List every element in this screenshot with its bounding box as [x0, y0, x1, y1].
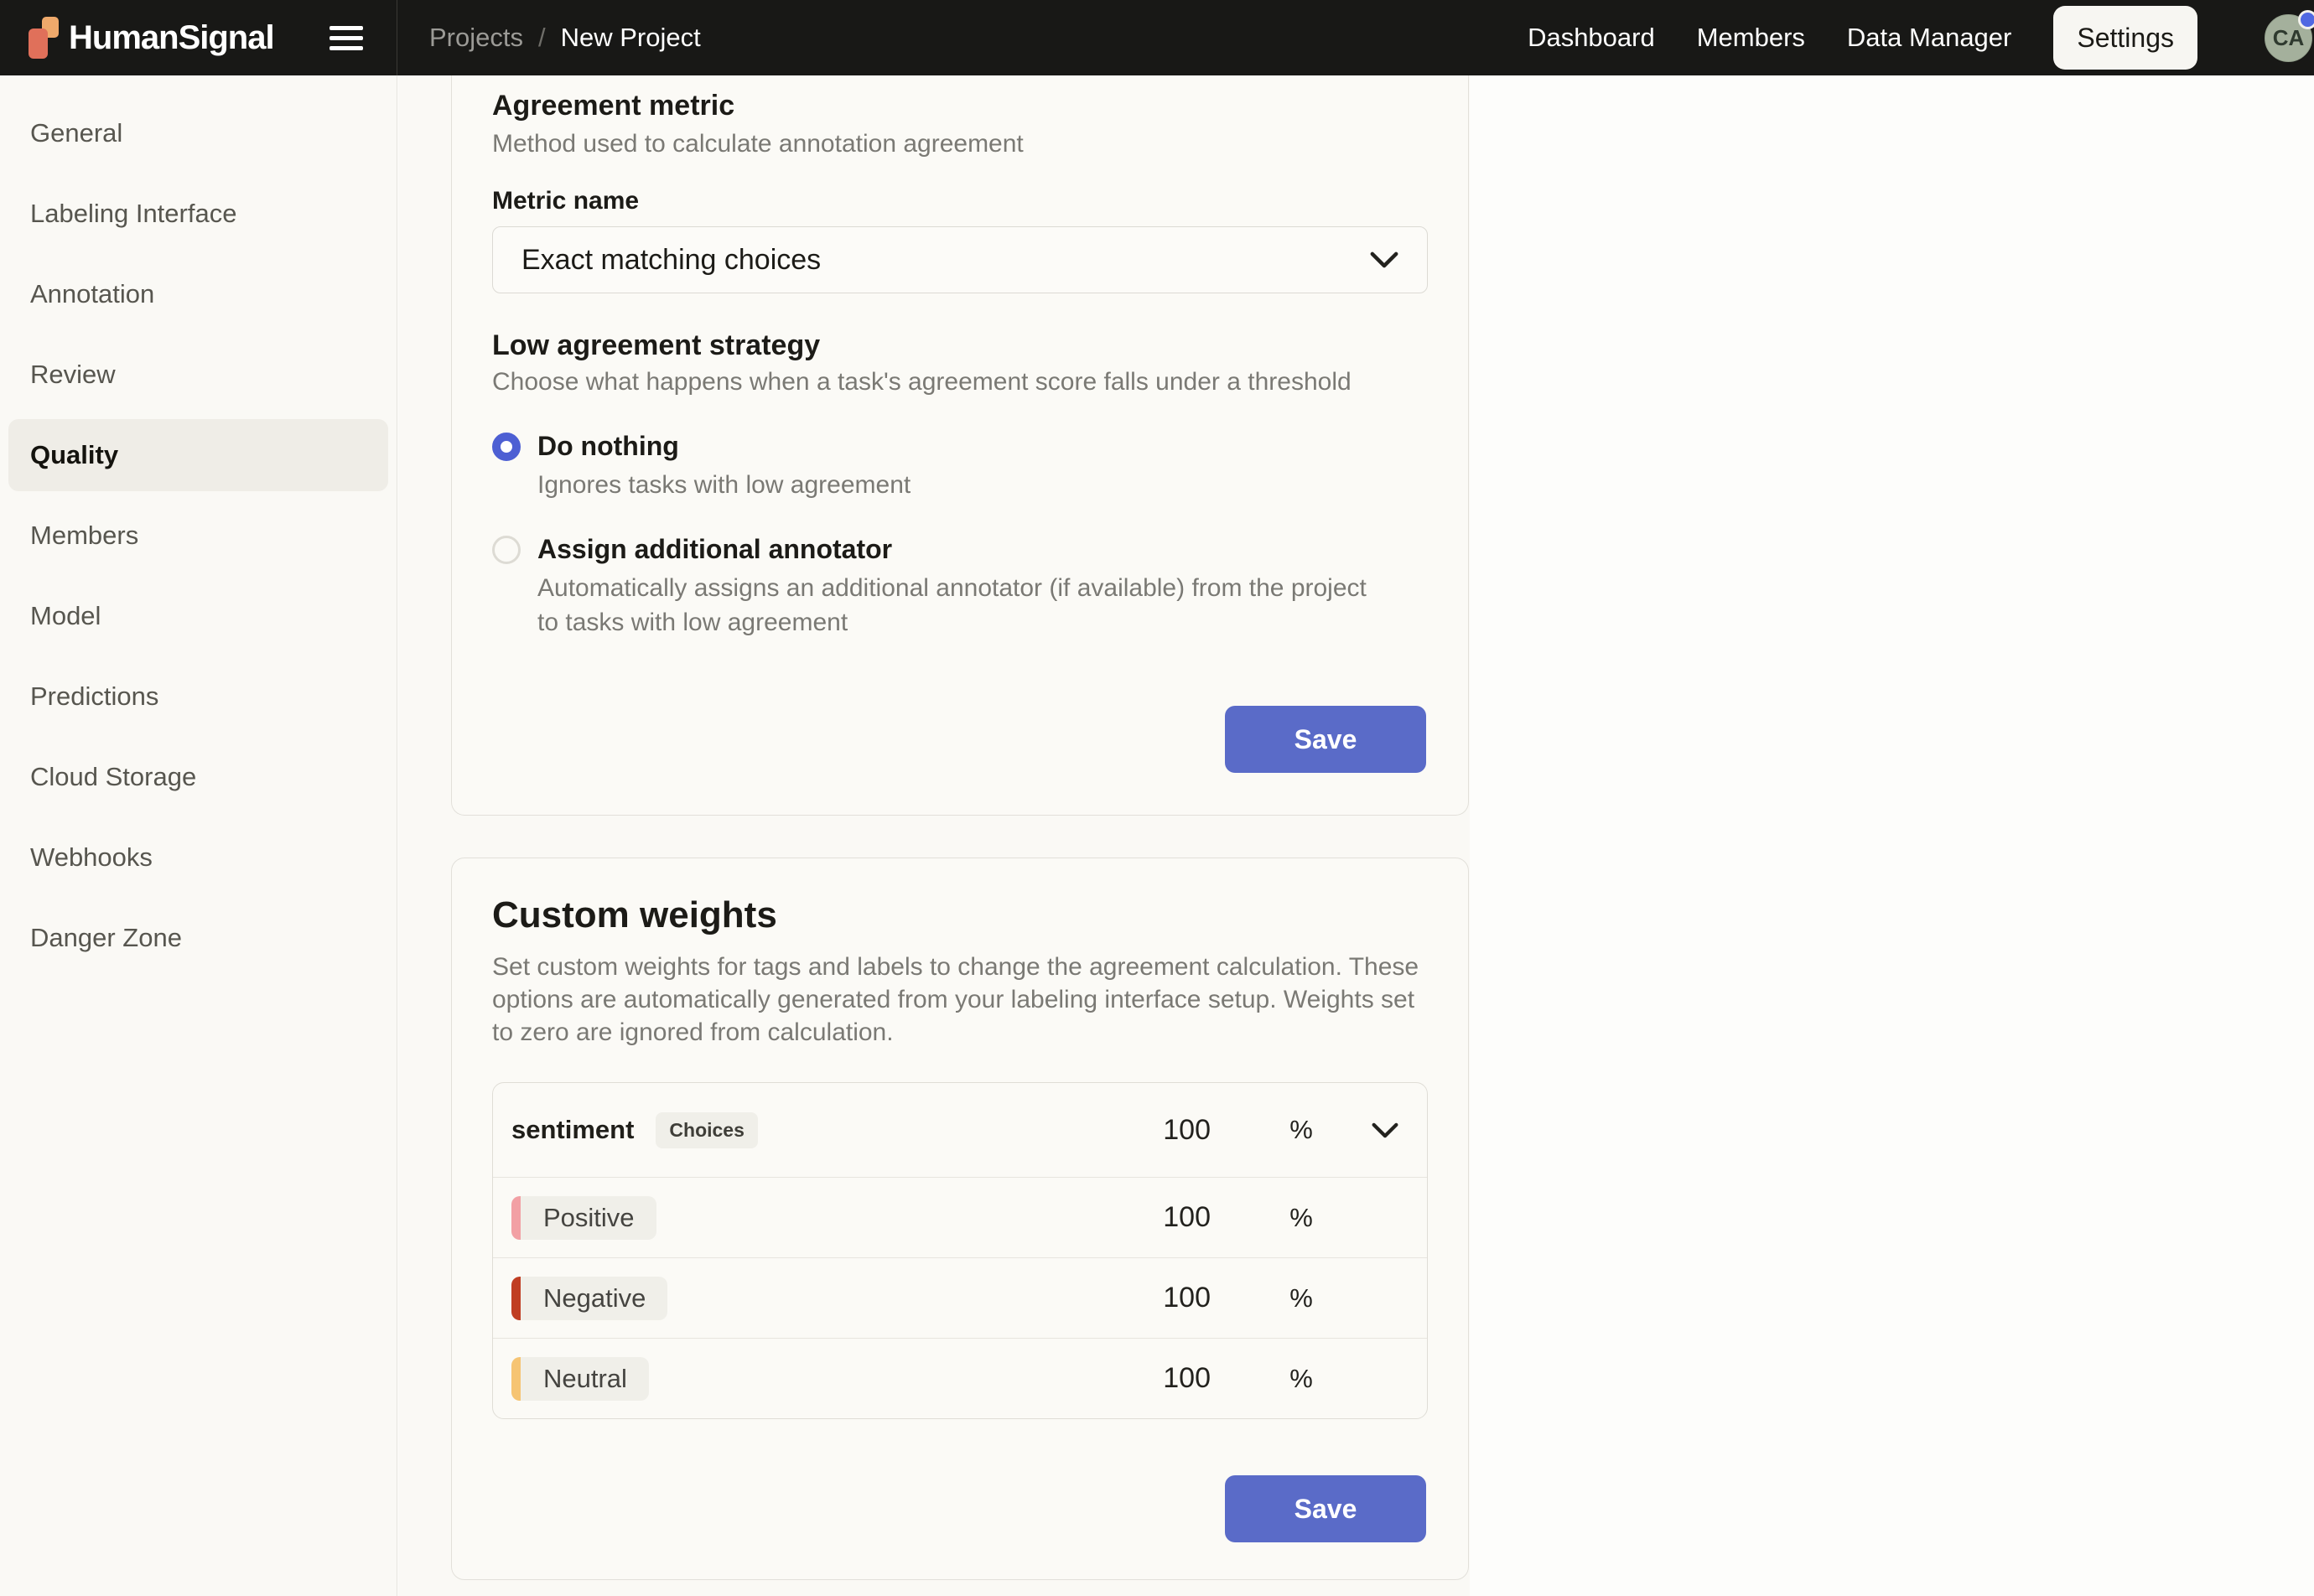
label-chip: Neutral: [511, 1357, 649, 1401]
sidebar-item-general[interactable]: General: [8, 97, 388, 169]
sidebar-item-labeling-interface[interactable]: Labeling Interface: [8, 178, 388, 250]
sidebar-item-cloud-storage[interactable]: Cloud Storage: [8, 741, 388, 813]
weights-group-header-row[interactable]: sentiment Choices 100 %: [493, 1083, 1427, 1177]
sidebar-item-label: Annotation: [30, 279, 154, 309]
nav-link-members[interactable]: Members: [1697, 23, 1805, 53]
label-name: Positive: [543, 1203, 635, 1233]
settings-button[interactable]: Settings: [2053, 6, 2197, 70]
navbar-left-section: HumanSignal: [0, 0, 397, 75]
sidebar-item-label: Review: [30, 360, 116, 390]
sidebar-item-label: Danger Zone: [30, 923, 182, 953]
label-color-bar: [511, 1196, 521, 1240]
sidebar-item-label: Members: [30, 521, 138, 551]
metric-name-select[interactable]: Exact matching choices: [492, 226, 1428, 293]
humansignal-logo-icon: [29, 15, 59, 60]
breadcrumb-current-project: New Project: [561, 23, 701, 53]
right-empty-pane: [1470, 75, 2314, 1596]
label-weight-unit: %: [1259, 1203, 1343, 1233]
sidebar-item-members[interactable]: Members: [8, 500, 388, 572]
avatar-initials: CA: [2273, 25, 2305, 51]
sidebar-item-label: Quality: [30, 440, 118, 470]
chevron-down-icon: [1370, 251, 1398, 268]
top-navbar: HumanSignal Projects / New Project Dashb…: [0, 0, 2314, 75]
group-weight-unit: %: [1259, 1115, 1343, 1145]
low-agreement-strategy-title: Low agreement strategy: [492, 327, 1428, 364]
settings-sidebar: General Labeling Interface Annotation Re…: [0, 75, 397, 1596]
sidebar-item-webhooks[interactable]: Webhooks: [8, 821, 388, 894]
humansignal-logo: HumanSignal: [29, 15, 274, 60]
radio-button[interactable]: [492, 536, 521, 564]
radio-option-description: Ignores tasks with low agreement: [537, 468, 911, 502]
agreement-metric-title: Agreement metric: [492, 87, 1428, 124]
nav-links: Dashboard Members Data Manager: [1528, 23, 2011, 53]
breadcrumb: Projects / New Project: [397, 0, 701, 75]
radio-option-label: Assign additional annotator: [537, 531, 1367, 567]
label-chip: Negative: [511, 1277, 667, 1320]
radio-option[interactable]: Assign additional annotator Automaticall…: [492, 531, 1428, 640]
agreement-metric-subtitle: Method used to calculate annotation agre…: [492, 127, 1428, 161]
label-weight-value[interactable]: 100: [1110, 1201, 1211, 1234]
label-color-bar: [511, 1357, 521, 1401]
chevron-down-icon: [1372, 1122, 1398, 1138]
save-button[interactable]: Save: [1225, 706, 1426, 773]
tag-name: sentiment: [511, 1115, 634, 1145]
label-weight-unit: %: [1259, 1283, 1343, 1314]
custom-weights-title: Custom weights: [492, 892, 1428, 939]
radio-option-label: Do nothing: [537, 428, 911, 464]
low-agreement-strategy-subtitle: Choose what happens when a task's agreem…: [492, 365, 1428, 399]
sidebar-item-label: Model: [30, 601, 101, 631]
label-name: Negative: [543, 1283, 646, 1314]
sidebar-item-danger-zone[interactable]: Danger Zone: [8, 902, 388, 974]
hamburger-menu-icon[interactable]: [329, 26, 363, 50]
metric-name-value: Exact matching choices: [521, 244, 821, 277]
agreement-metric-card: Agreement metric Method used to calculat…: [451, 75, 1469, 816]
sidebar-item-label: Labeling Interface: [30, 199, 236, 229]
sidebar-item-predictions[interactable]: Predictions: [8, 661, 388, 733]
weight-row: Negative 100 %: [493, 1257, 1427, 1338]
logo-text: HumanSignal: [69, 19, 274, 57]
sidebar-item-quality[interactable]: Quality: [8, 419, 388, 491]
label-chip: Positive: [511, 1196, 656, 1240]
collapse-chevron[interactable]: [1343, 1122, 1427, 1138]
group-weight-value[interactable]: 100: [1110, 1114, 1211, 1147]
breadcrumb-separator: /: [538, 23, 546, 53]
label-weight-unit: %: [1259, 1364, 1343, 1394]
weight-row: Positive 100 %: [493, 1177, 1427, 1257]
radio-option-description: Automatically assigns an additional anno…: [537, 571, 1367, 640]
nav-link-dashboard[interactable]: Dashboard: [1528, 23, 1655, 53]
sidebar-item-annotation[interactable]: Annotation: [8, 258, 388, 330]
custom-weights-description: Set custom weights for tags and labels t…: [492, 951, 1428, 1049]
sidebar-item-model[interactable]: Model: [8, 580, 388, 652]
avatar[interactable]: CA: [2265, 14, 2312, 62]
sidebar-item-label: Cloud Storage: [30, 762, 196, 792]
nav-link-data-manager[interactable]: Data Manager: [1847, 23, 2011, 53]
notification-dot: [2298, 10, 2314, 29]
custom-weights-card: Custom weights Set custom weights for ta…: [451, 858, 1469, 1580]
save-button[interactable]: Save: [1225, 1475, 1426, 1542]
weight-rows: Positive 100 % Negative 100 % Neutral 10…: [493, 1177, 1427, 1418]
weight-row: Neutral 100 %: [493, 1338, 1427, 1418]
label-name: Neutral: [543, 1364, 627, 1394]
label-weight-value[interactable]: 100: [1110, 1362, 1211, 1395]
sidebar-item-review[interactable]: Review: [8, 339, 388, 411]
strategy-options: Do nothing Ignores tasks with low agreem…: [492, 428, 1428, 640]
sidebar-item-label: Webhooks: [30, 842, 153, 873]
label-color-bar: [511, 1277, 521, 1320]
sidebar-item-label: General: [30, 118, 122, 148]
metric-name-label: Metric name: [492, 184, 1428, 218]
radio-button[interactable]: [492, 433, 521, 461]
weights-table: sentiment Choices 100 % Positive 100 % N…: [492, 1082, 1428, 1419]
navbar-right-section: Dashboard Members Data Manager Settings …: [1528, 0, 2314, 75]
breadcrumb-projects-link[interactable]: Projects: [429, 23, 523, 53]
radio-option[interactable]: Do nothing Ignores tasks with low agreem…: [492, 428, 1428, 502]
sidebar-item-label: Predictions: [30, 681, 158, 712]
tag-type-badge: Choices: [656, 1112, 757, 1148]
label-weight-value[interactable]: 100: [1110, 1282, 1211, 1314]
